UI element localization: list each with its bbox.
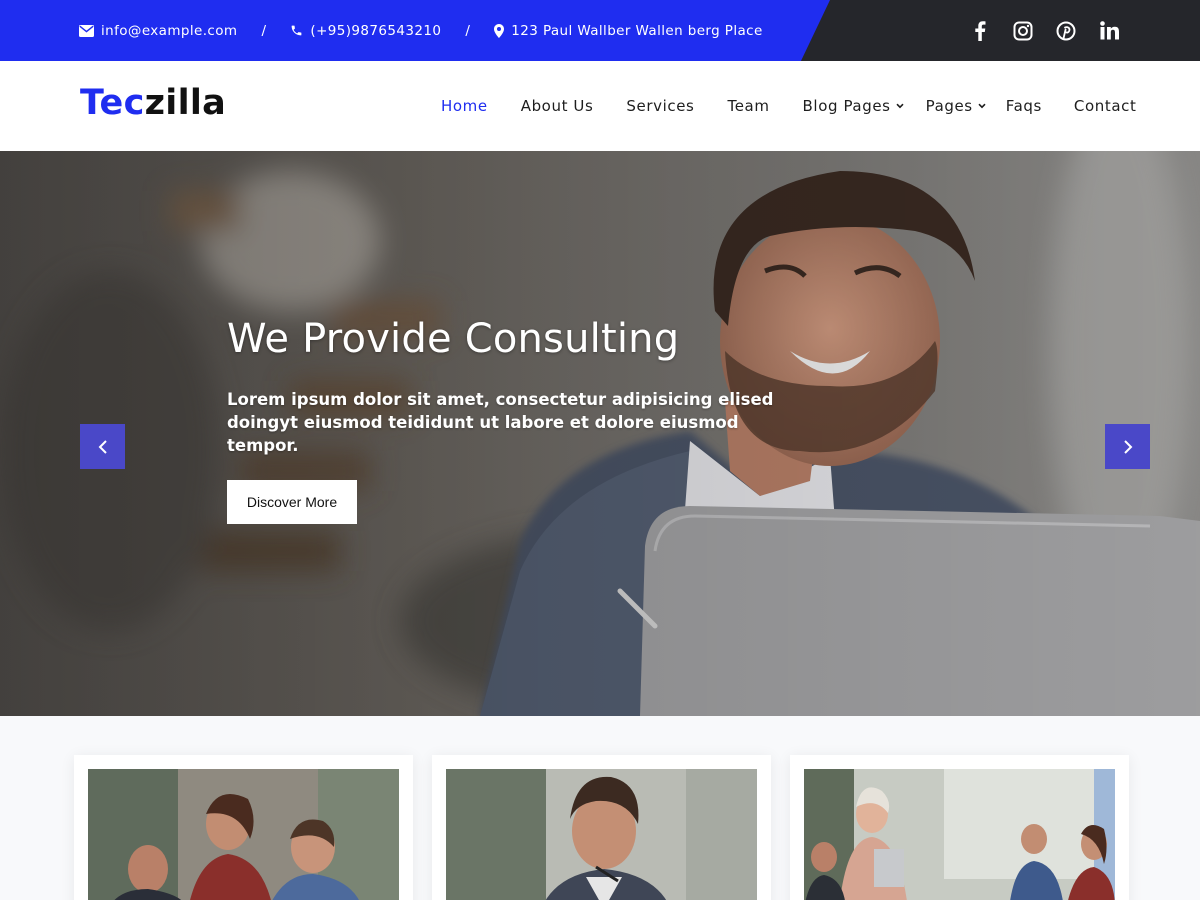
service-card[interactable] <box>790 755 1129 900</box>
nav-label: Team <box>727 97 770 115</box>
hero-slider: We Provide Consulting Lorem ipsum dolor … <box>0 151 1200 716</box>
email-item[interactable]: info@example.com <box>79 23 237 39</box>
facebook-icon[interactable] <box>969 20 991 42</box>
logo-text-accent: Tec <box>80 83 145 123</box>
slider-next-button[interactable] <box>1105 424 1150 469</box>
logo-text: zilla <box>144 83 227 123</box>
phone-text: (+95)9876543210 <box>310 22 442 39</box>
contact-info: info@example.com / (+95)9876543210 / 123… <box>79 0 763 61</box>
nav-label: Pages <box>925 97 973 115</box>
phone-item[interactable]: (+95)9876543210 <box>290 23 441 39</box>
nav-label: Services <box>626 97 695 115</box>
envelope-icon <box>79 24 94 37</box>
nav-label: About Us <box>520 97 594 115</box>
email-text: info@example.com <box>101 22 238 39</box>
main-nav: Home About Us Services Team Blog Pages P… <box>441 61 1136 151</box>
nav-team[interactable]: Team <box>727 97 769 115</box>
nav-pages[interactable]: Pages <box>926 97 986 115</box>
service-card[interactable] <box>432 755 771 900</box>
slider-prev-button[interactable] <box>80 424 125 469</box>
chevron-down-icon <box>896 103 904 109</box>
address-item: 123 Paul Wallber Wallen berg Place <box>494 23 762 39</box>
nav-contact[interactable]: Contact <box>1074 97 1137 115</box>
linkedin-icon[interactable] <box>1098 20 1120 42</box>
chevron-left-icon <box>98 439 107 454</box>
address-text: 123 Paul Wallber Wallen berg Place <box>511 22 763 39</box>
site-logo[interactable]: Teczilla <box>80 83 226 123</box>
thinking-businessman-photo <box>446 769 757 900</box>
separator: / <box>261 22 267 39</box>
discover-more-button[interactable]: Discover More <box>227 480 357 524</box>
nav-label: Contact <box>1073 97 1137 115</box>
nav-label: Home <box>441 97 488 115</box>
nav-blog-pages[interactable]: Blog Pages <box>803 97 904 115</box>
nav-services[interactable]: Services <box>626 97 694 115</box>
team-meeting-photo <box>88 769 399 900</box>
separator: / <box>465 22 471 39</box>
service-card[interactable] <box>74 755 413 900</box>
nav-label: Faqs <box>1005 97 1042 115</box>
social-links <box>948 0 1120 61</box>
main-header: Teczilla Home About Us Services Team Blo… <box>0 61 1200 151</box>
services-cards <box>0 716 1200 900</box>
nav-label: Blog Pages <box>802 97 891 115</box>
nav-faqs[interactable]: Faqs <box>1006 97 1042 115</box>
hero-title: We Provide Consulting <box>227 316 680 362</box>
chevron-down-icon <box>978 103 986 109</box>
chevron-right-icon <box>1123 439 1132 454</box>
map-marker-icon <box>494 23 505 38</box>
instagram-icon[interactable] <box>1012 20 1034 42</box>
hero-description: Lorem ipsum dolor sit amet, consectetur … <box>227 390 774 455</box>
nav-about-us[interactable]: About Us <box>521 97 594 115</box>
office-presentation-photo <box>804 769 1115 900</box>
nav-home[interactable]: Home <box>441 97 488 115</box>
top-bar: info@example.com / (+95)9876543210 / 123… <box>0 0 1200 61</box>
phone-icon <box>292 25 302 36</box>
pinterest-icon[interactable] <box>1055 20 1077 42</box>
